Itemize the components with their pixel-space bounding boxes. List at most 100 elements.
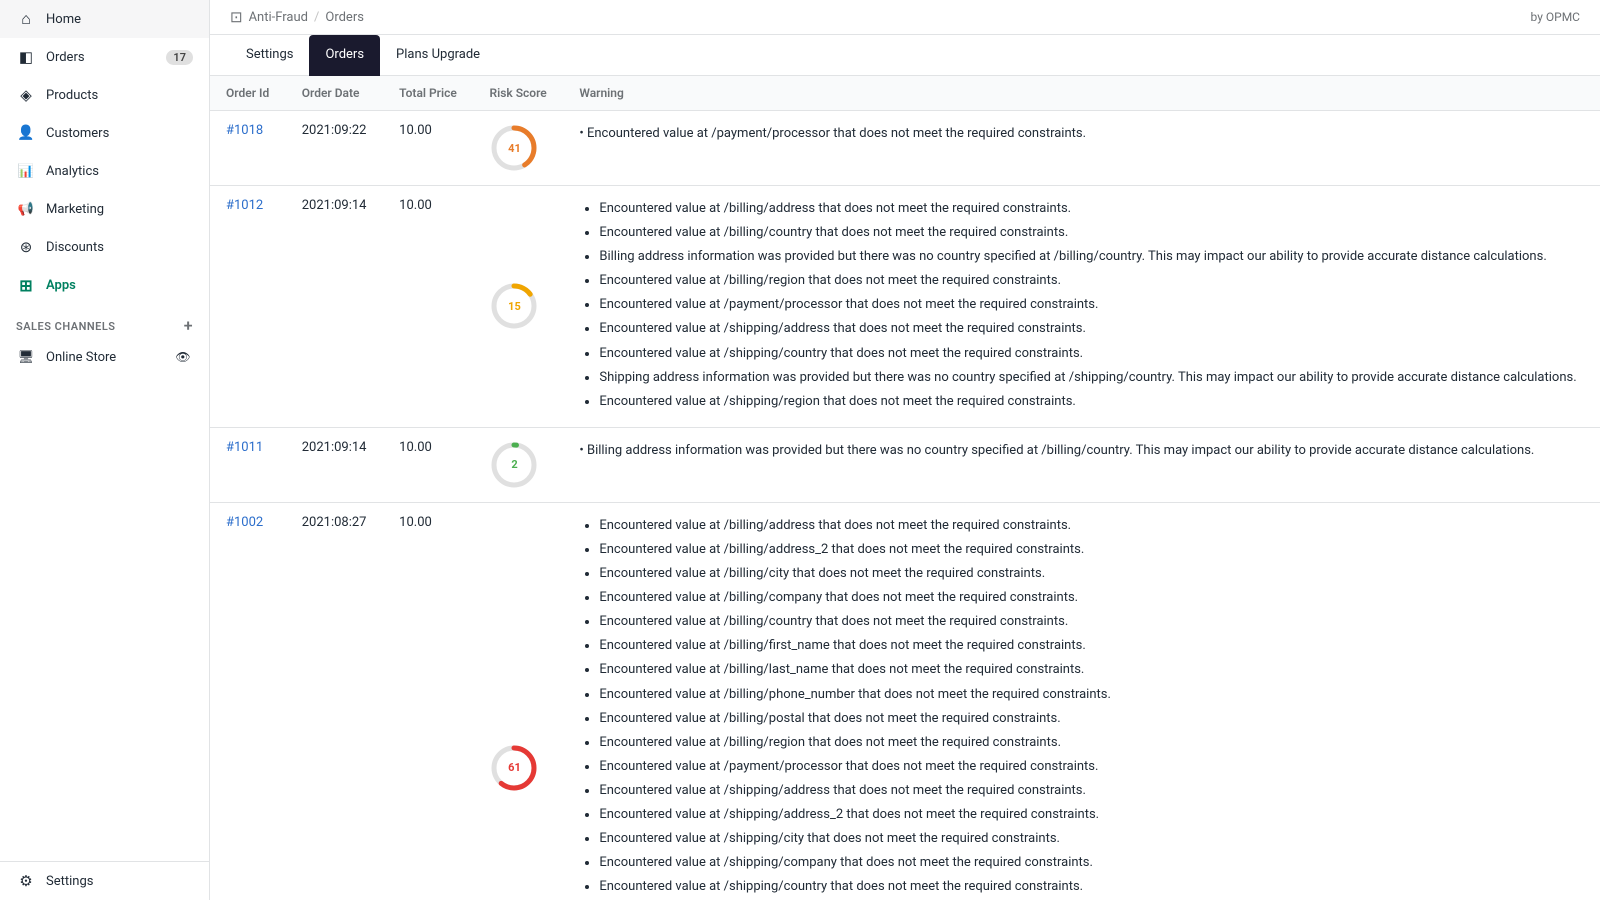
risk-score-label: 41 — [508, 143, 521, 154]
sidebar-item-label: Products — [46, 88, 98, 103]
order-link[interactable]: #1011 — [226, 440, 263, 455]
warning-item: Billing address information was provided… — [599, 246, 1584, 268]
risk-score-label: 15 — [508, 301, 521, 312]
tab-orders[interactable]: Orders — [309, 35, 380, 76]
by-opmc-label: by OPMC — [1531, 10, 1580, 24]
cell-risk-score: 61 — [473, 502, 563, 900]
cell-warnings: • Billing address information was provid… — [563, 427, 1600, 502]
content-area: Settings Orders Plans Upgrade Order Id O… — [210, 35, 1600, 900]
cell-total-price: 10.00 — [383, 502, 473, 900]
warning-item: Encountered value at /billing/last_name … — [599, 659, 1584, 681]
sidebar-item-home[interactable]: Home — [0, 0, 209, 38]
table-header-row: Order Id Order Date Total Price Risk Sco… — [210, 76, 1600, 111]
warning-item: Encountered value at /billing/region tha… — [599, 270, 1584, 292]
sidebar-item-orders[interactable]: Orders 17 — [0, 38, 209, 76]
breadcrumb-separator: / — [314, 10, 319, 25]
cell-order-date: 2021:09:14 — [286, 186, 383, 428]
cell-warnings: Encountered value at /billing/address th… — [563, 186, 1600, 428]
warning-text: • Encountered value at /payment/processo… — [579, 123, 1584, 145]
warning-item: Encountered value at /billing/company th… — [599, 587, 1584, 609]
cell-risk-score: 15 — [473, 186, 563, 428]
cell-order-id: #1002 — [210, 502, 286, 900]
col-risk-score: Risk Score — [473, 76, 563, 111]
store-icon — [16, 347, 36, 367]
warning-item: Encountered value at /payment/processor … — [599, 294, 1584, 316]
sidebar-item-label: Orders — [46, 50, 85, 65]
warning-list: Encountered value at /billing/address th… — [579, 198, 1584, 413]
table-row: #1011 2021:09:1410.00 2 • Billing address… — [210, 427, 1600, 502]
cell-order-date: 2021:09:14 — [286, 427, 383, 502]
risk-score-label: 61 — [508, 762, 521, 773]
warning-item: Encountered value at /billing/first_name… — [599, 635, 1584, 657]
col-total-price: Total Price — [383, 76, 473, 111]
sidebar-item-settings[interactable]: Settings — [0, 862, 209, 900]
tab-plans[interactable]: Plans Upgrade — [380, 35, 496, 76]
sidebar-item-label: Apps — [46, 278, 76, 293]
sidebar-item-label: Online Store — [46, 350, 116, 365]
warning-item: Shipping address information was provide… — [599, 367, 1584, 389]
sidebar-footer: Settings — [0, 861, 209, 900]
settings-icon — [16, 871, 36, 891]
sidebar: Home Orders 17 Products Customers Analyt… — [0, 0, 210, 900]
sidebar-item-marketing[interactable]: Marketing — [0, 190, 209, 228]
warning-item: Encountered value at /billing/city that … — [599, 563, 1584, 585]
cell-total-price: 10.00 — [383, 427, 473, 502]
warning-item: Encountered value at /shipping/country t… — [599, 876, 1584, 898]
warning-list: Encountered value at /billing/address th… — [579, 515, 1584, 900]
cell-order-date: 2021:08:27 — [286, 502, 383, 900]
home-icon — [16, 9, 36, 29]
risk-circle: 2 — [489, 440, 539, 490]
order-link[interactable]: #1012 — [226, 198, 263, 213]
order-link[interactable]: #1018 — [226, 123, 263, 138]
warning-item: Encountered value at /payment/processor … — [599, 756, 1584, 778]
top-bar: ⊡ Anti-Fraud / Orders by OPMC — [210, 0, 1600, 35]
cell-warnings: Encountered value at /billing/address th… — [563, 502, 1600, 900]
cell-risk-score: 2 — [473, 427, 563, 502]
warning-item: Encountered value at /billing/region tha… — [599, 732, 1584, 754]
marketing-icon — [16, 199, 36, 219]
warning-item: Encountered value at /billing/address_2 … — [599, 539, 1584, 561]
apps-icon — [16, 275, 36, 295]
breadcrumb: ⊡ Anti-Fraud / Orders — [230, 8, 364, 26]
warning-item: Encountered value at /shipping/city that… — [599, 828, 1584, 850]
eye-icon[interactable] — [173, 347, 193, 367]
cell-total-price: 10.00 — [383, 186, 473, 428]
warning-item: Encountered value at /billing/phone_numb… — [599, 684, 1584, 706]
add-sales-channel-icon[interactable]: + — [184, 318, 193, 334]
discounts-icon — [16, 237, 36, 257]
cell-total-price: 10.00 — [383, 111, 473, 186]
warning-item: Encountered value at /billing/address th… — [599, 198, 1584, 220]
order-link[interactable]: #1002 — [226, 515, 263, 530]
warning-item: Encountered value at /billing/country th… — [599, 611, 1584, 633]
cell-risk-score: 41 — [473, 111, 563, 186]
warning-item: Encountered value at /shipping/address t… — [599, 780, 1584, 802]
sidebar-item-discounts[interactable]: Discounts — [0, 228, 209, 266]
antifraud-icon: ⊡ — [230, 8, 243, 26]
breadcrumb-parent: Anti-Fraud — [249, 10, 308, 25]
risk-circle: 41 — [489, 123, 539, 173]
sales-channels-header: SALES CHANNELS + — [0, 304, 209, 338]
sidebar-item-analytics[interactable]: Analytics — [0, 152, 209, 190]
col-warning: Warning — [563, 76, 1600, 111]
sidebar-item-label: Home — [46, 12, 81, 27]
warning-item: Encountered value at /shipping/country t… — [599, 343, 1584, 365]
warning-item: Encountered value at /shipping/company t… — [599, 852, 1584, 874]
tab-bar: Settings Orders Plans Upgrade — [210, 35, 1600, 76]
cell-order-date: 2021:09:22 — [286, 111, 383, 186]
risk-score-label: 2 — [511, 459, 517, 470]
customers-icon — [16, 123, 36, 143]
sidebar-item-products[interactable]: Products — [0, 76, 209, 114]
tab-settings[interactable]: Settings — [230, 35, 309, 76]
warning-item: Encountered value at /billing/postal tha… — [599, 708, 1584, 730]
analytics-icon — [16, 161, 36, 181]
cell-warnings: • Encountered value at /payment/processo… — [563, 111, 1600, 186]
cell-order-id: #1011 — [210, 427, 286, 502]
sidebar-item-online-store[interactable]: Online Store — [0, 338, 209, 376]
risk-circle: 15 — [489, 281, 539, 331]
warning-text: • Billing address information was provid… — [579, 440, 1584, 462]
sidebar-item-customers[interactable]: Customers — [0, 114, 209, 152]
cell-order-id: #1012 — [210, 186, 286, 428]
cell-order-id: #1018 — [210, 111, 286, 186]
sidebar-item-apps[interactable]: Apps — [0, 266, 209, 304]
sidebar-item-label: Marketing — [46, 202, 104, 217]
